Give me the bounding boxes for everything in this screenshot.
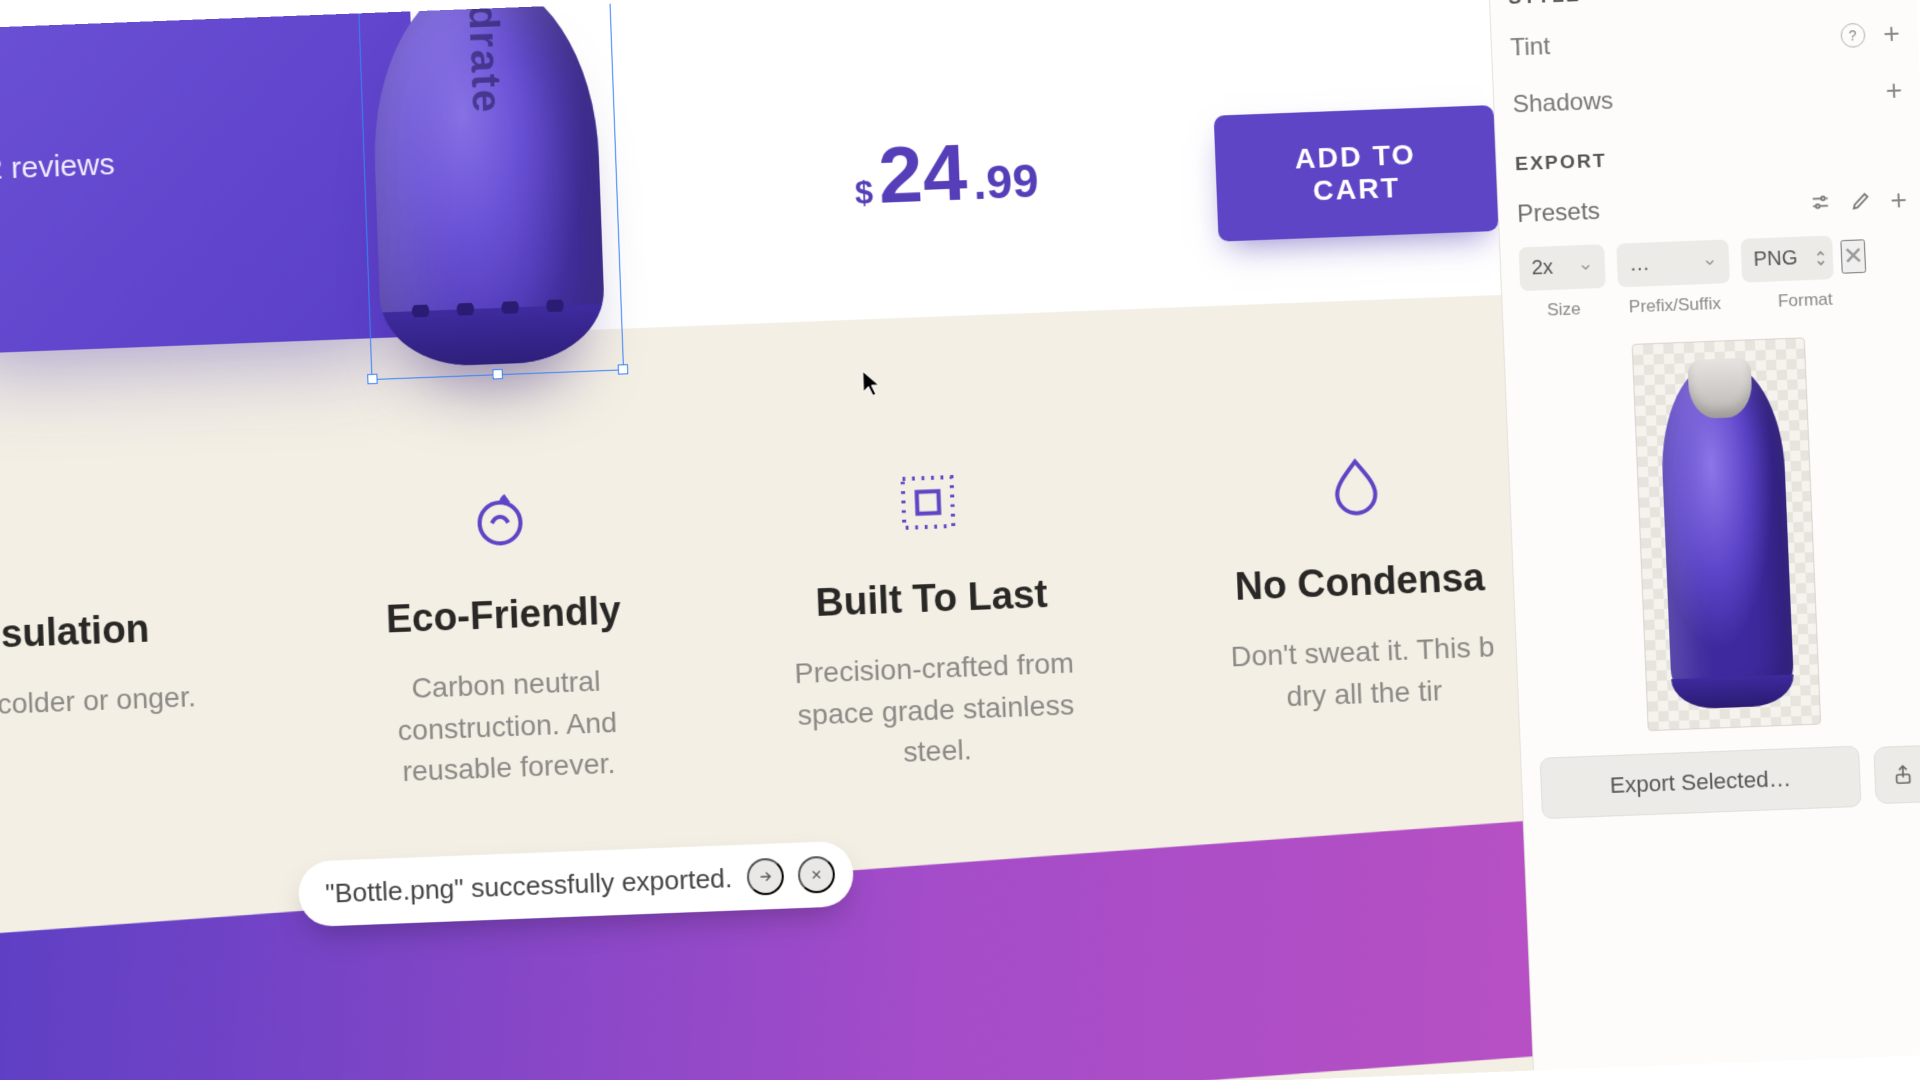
shadows-add-button[interactable]: + [1885, 76, 1903, 105]
design-canvas[interactable]: 82 reviews Hydrate $ 24 .99 ADD TO CART … [0, 0, 1533, 1080]
pencil-icon [1849, 189, 1872, 212]
toast-open-button[interactable] [746, 858, 784, 896]
feature-title: sulation [0, 605, 229, 661]
feature-title: No Condensa [1206, 556, 1514, 612]
presets-settings-button[interactable] [1808, 190, 1831, 216]
features-row: sulation es colder or onger. Eco-Friendl… [0, 448, 1520, 812]
feature-built: Built To Last Precision-crafted from spa… [774, 464, 1091, 778]
price-major: 24 [877, 132, 968, 215]
feature-eco: Eco-Friendly Carbon neutral construction… [346, 480, 663, 794]
droplet-icon [1322, 452, 1390, 520]
toast-close-button[interactable] [797, 856, 835, 894]
feature-condensation: No Condensa Don't sweat it. This b dry a… [1202, 448, 1520, 762]
feature-desc: Carbon neutral construction. And reusabl… [352, 659, 663, 795]
section-title: STYLE [1508, 0, 1581, 10]
price-minor: .99 [972, 153, 1039, 210]
format-remove-button[interactable]: ✕ [1840, 239, 1866, 273]
presets-add-button[interactable]: + [1890, 186, 1908, 215]
inspector-panel: STYLE Tint ? + Shadows + EXPORT Presets [1488, 0, 1920, 1071]
chevron-down-icon [1702, 255, 1717, 270]
format-value: PNG [1753, 247, 1798, 272]
thermometer-icon [38, 501, 105, 569]
export-fields: 2x Size … Prefix/Suffix PNG ✕ [1519, 233, 1912, 322]
prefix-select[interactable]: … [1616, 239, 1730, 287]
chevron-down-icon [1578, 259, 1593, 274]
export-preview [1631, 337, 1821, 731]
feature-desc: es colder or onger. [0, 675, 231, 728]
feature-desc: Precision-crafted from space grade stain… [781, 642, 1092, 778]
bottle-brand-text: Hydrate [456, 0, 508, 115]
format-select[interactable]: PNG [1740, 235, 1833, 282]
format-label: Format [1777, 289, 1833, 311]
stepper-icon [1814, 247, 1827, 268]
feature-desc: Don't sweat it. This b dry all the tir [1209, 626, 1518, 721]
size-label: Size [1547, 299, 1582, 321]
reviews-row: 82 reviews [0, 148, 115, 190]
share-icon [1891, 763, 1914, 786]
size-select[interactable]: 2x [1519, 244, 1606, 291]
toast-message: "Bottle.png" successfully exported. [325, 862, 733, 909]
cursor-icon [862, 370, 883, 399]
share-button[interactable] [1873, 745, 1920, 804]
grid-square-icon [894, 469, 962, 537]
shadows-label: Shadows [1512, 87, 1614, 119]
tint-label: Tint [1510, 33, 1551, 63]
feature-title: Eco-Friendly [350, 588, 658, 644]
tint-help-button[interactable]: ? [1840, 23, 1865, 48]
recycle-icon [466, 485, 534, 553]
price-currency: $ [854, 174, 874, 212]
size-value: 2x [1531, 256, 1553, 280]
section-title: EXPORT [1515, 150, 1608, 176]
add-to-cart-button[interactable]: ADD TO CART [1214, 105, 1499, 242]
bottle-artwork[interactable]: Hydrate [348, 0, 627, 390]
tint-add-button[interactable]: + [1882, 19, 1900, 48]
prefix-label: Prefix/Suffix [1628, 294, 1721, 318]
close-icon [809, 867, 824, 882]
sliders-icon [1808, 190, 1831, 213]
prefix-value: … [1629, 253, 1650, 277]
price: $ 24 .99 [853, 130, 1040, 216]
presets-edit-button[interactable] [1849, 189, 1872, 215]
feature-title: Built To Last [778, 572, 1086, 628]
feature-insulation: sulation es colder or onger. [0, 497, 234, 812]
export-selected-button[interactable]: Export Selected… [1540, 746, 1862, 820]
presets-label: Presets [1517, 198, 1601, 230]
reviews-text: 82 reviews [0, 148, 115, 188]
preview-bottle [1657, 359, 1794, 710]
